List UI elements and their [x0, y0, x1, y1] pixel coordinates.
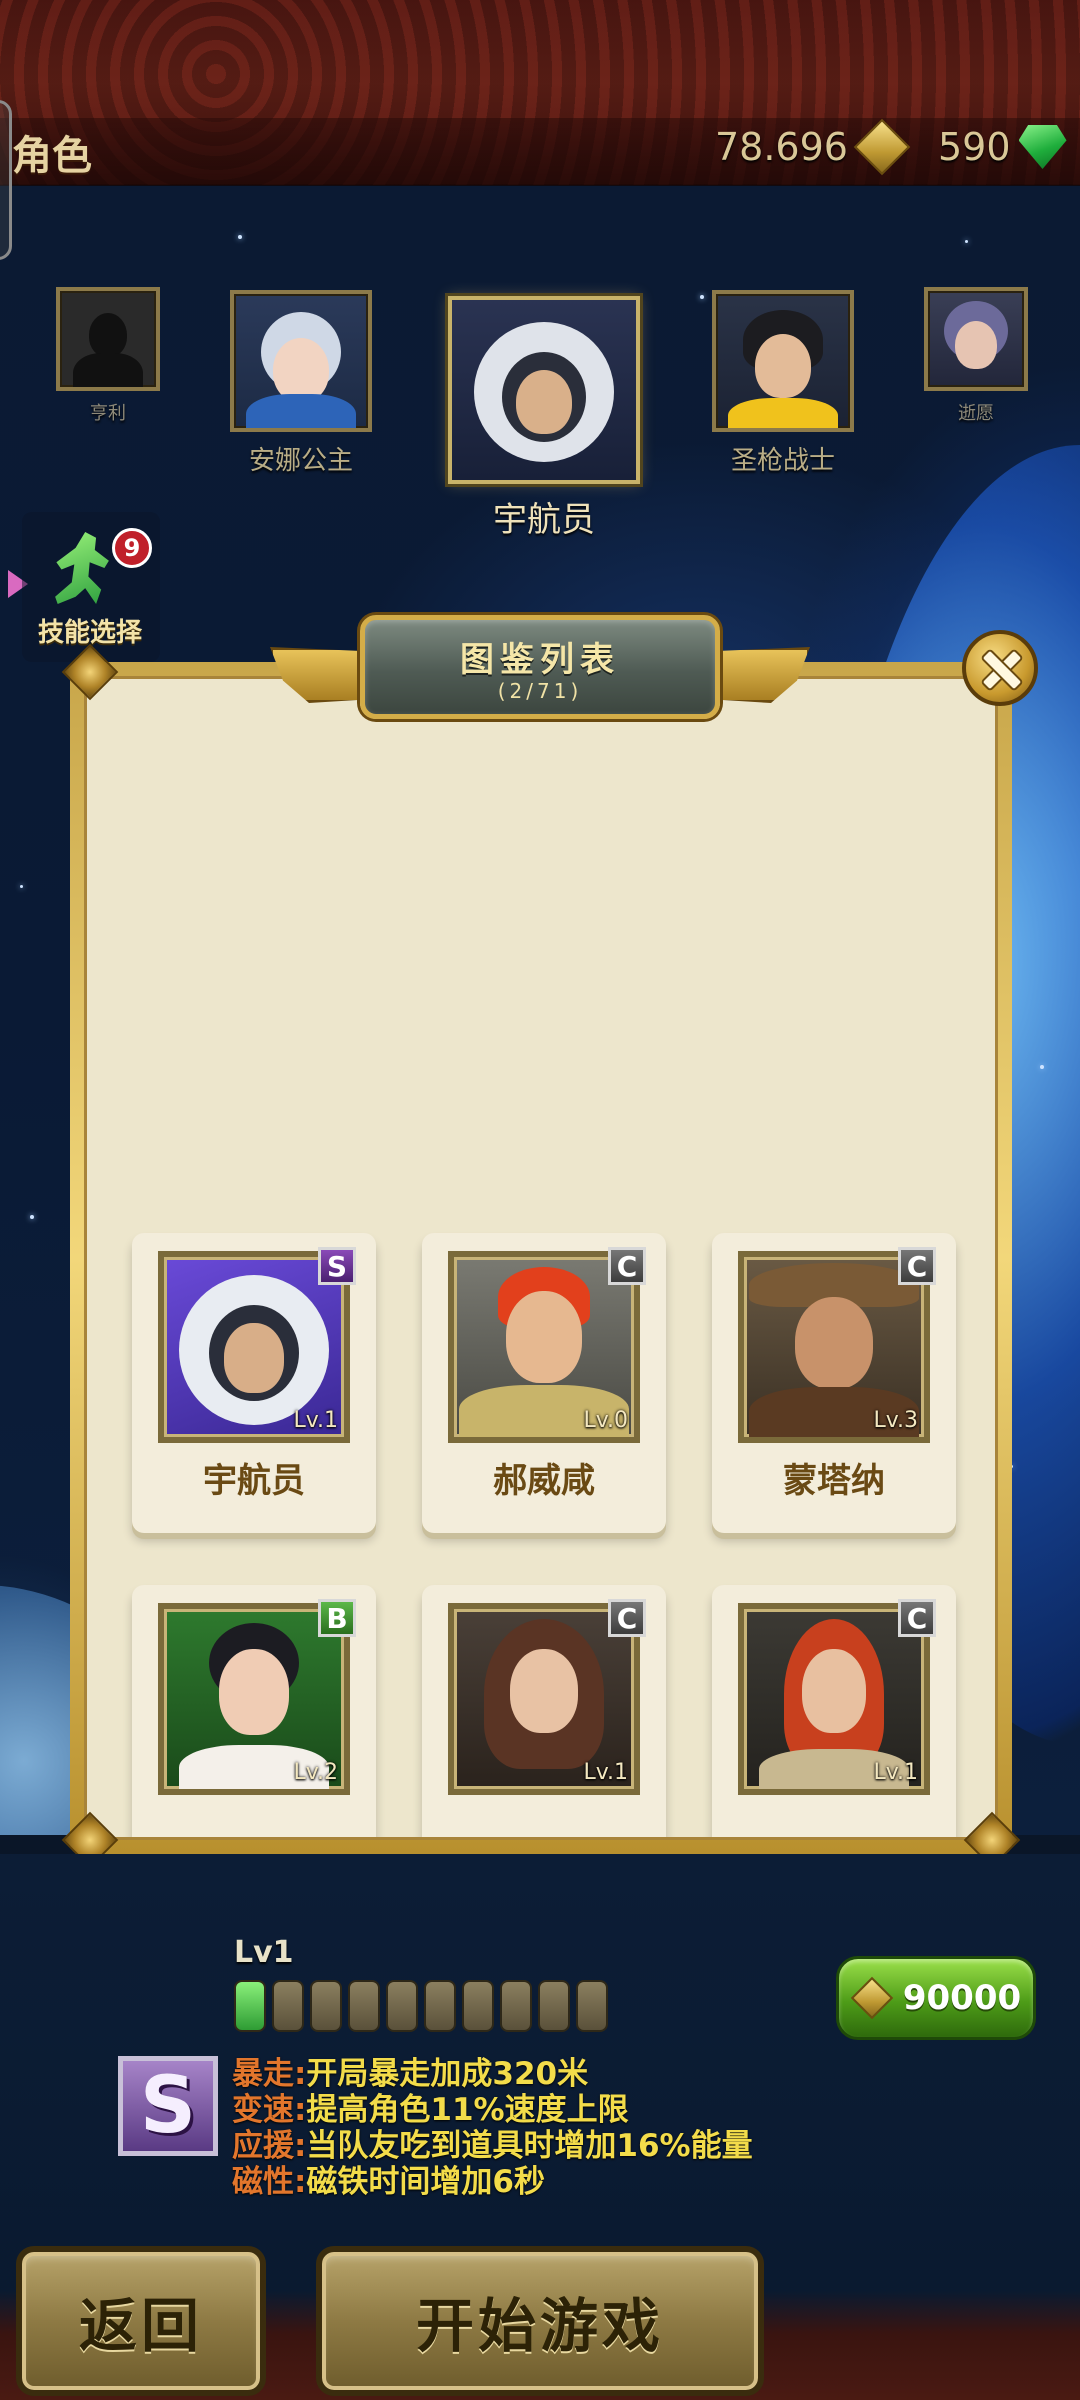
star: [238, 235, 242, 239]
panel-title: 图鉴列表: [460, 640, 620, 680]
grade-badge: C: [898, 1599, 936, 1637]
green-gem-icon: [1018, 125, 1067, 169]
grade-badge: C: [608, 1599, 646, 1637]
close-icon: [980, 648, 1020, 688]
character-slot-henry[interactable]: 亨利: [56, 287, 160, 425]
skill-count-badge: 9: [112, 528, 152, 568]
skill-list: 暴走:开局暴走加成320米 变速:提高角色11%速度上限 应援:当队友吃到道具时…: [232, 2056, 753, 2200]
level-pip: [538, 1980, 570, 2032]
character-name: 亨利: [90, 403, 126, 424]
character-slot-holy-lance[interactable]: 圣枪战士: [712, 290, 854, 477]
grade-badge: S: [318, 1247, 356, 1285]
header-bar: [0, 118, 1080, 186]
star: [1040, 1065, 1044, 1069]
collection-card[interactable]: Lv.1 C: [712, 1585, 956, 1837]
grade-badge: B: [318, 1599, 356, 1637]
collection-card[interactable]: Lv.1 C: [422, 1585, 666, 1837]
skill-line: 变速:提高角色11%速度上限: [232, 2092, 629, 2128]
character-portrait: [56, 287, 160, 391]
grade-badge: C: [608, 1247, 646, 1285]
character-name: 宇航员: [493, 500, 595, 540]
collection-card[interactable]: Lv.1 S 宇航员: [132, 1233, 376, 1533]
back-button-label: 返回: [78, 2292, 203, 2360]
card-name: 郝威咸: [493, 1461, 595, 1501]
level-pip: [500, 1980, 532, 2032]
card-level: Lv.3: [873, 1408, 918, 1433]
star: [30, 1215, 34, 1219]
level-pip: [424, 1980, 456, 2032]
level-pip: [348, 1980, 380, 2032]
card-name: 宇航员: [203, 1461, 305, 1501]
star: [965, 240, 968, 243]
card-level: Lv.1: [873, 1760, 918, 1785]
skill-select-button[interactable]: 9 技能选择: [22, 512, 160, 662]
gold-diamond-icon: [850, 1976, 894, 2020]
character-level: Lv1: [234, 1935, 294, 1970]
character-slot-anna[interactable]: 安娜公主: [230, 290, 372, 477]
character-portrait: [230, 290, 372, 432]
star: [700, 295, 704, 299]
character-name: 圣枪战士: [730, 446, 835, 476]
level-pip: [576, 1980, 608, 2032]
gold-diamond-icon: [853, 118, 911, 176]
skill-line: 应援:当队友吃到道具时增加16%能量: [232, 2128, 753, 2164]
silhouette-icon: [89, 313, 127, 357]
collection-card[interactable]: Lv.3 C 蒙塔纳: [712, 1233, 956, 1533]
character-portrait: [712, 290, 854, 432]
character-name: 逝愿: [958, 403, 994, 424]
upgrade-buy-button[interactable]: 90000: [836, 1956, 1036, 2040]
side-tab-handle[interactable]: [0, 100, 12, 260]
card-level: Lv.1: [583, 1760, 628, 1785]
gold-amount: 78.696: [715, 125, 848, 169]
character-name: 安娜公主: [248, 446, 353, 476]
character-slot-shiyuan[interactable]: 逝愿: [924, 287, 1028, 425]
card-level: Lv.2: [293, 1760, 338, 1785]
collection-panel: Lv.1 S 宇航员 Lv.0 C 郝威咸 Lv.3 C 蒙塔纳 Lv.2 B …: [70, 662, 1012, 1854]
card-level: Lv.1: [293, 1408, 338, 1433]
card-level: Lv.0: [583, 1408, 628, 1433]
runner-icon: [55, 532, 109, 604]
start-game-button[interactable]: 开始游戏: [316, 2246, 764, 2396]
character-portrait: [448, 296, 640, 484]
gem-currency: 590: [938, 125, 1067, 169]
back-button[interactable]: 返回: [16, 2246, 266, 2396]
gem-amount: 590: [938, 125, 1011, 169]
skill-line: 暴走:开局暴走加成320米: [232, 2056, 589, 2092]
collection-card[interactable]: Lv.0 C 郝威咸: [422, 1233, 666, 1533]
start-game-label: 开始游戏: [415, 2292, 664, 2360]
panel-count: (2/71): [497, 679, 583, 703]
character-portrait: [924, 287, 1028, 391]
star: [20, 885, 23, 888]
level-pip: [234, 1980, 266, 2032]
level-pip: [462, 1980, 494, 2032]
gold-currency: 78.696: [715, 118, 911, 176]
collection-card[interactable]: Lv.2 B: [132, 1585, 376, 1837]
card-name: 蒙塔纳: [783, 1461, 885, 1501]
collection-list[interactable]: Lv.1 S 宇航员 Lv.0 C 郝威咸 Lv.3 C 蒙塔纳 Lv.2 B …: [84, 676, 998, 1840]
level-progress-bar: [234, 1980, 608, 2032]
level-pip: [272, 1980, 304, 2032]
character-slot-astronaut[interactable]: 宇航员: [448, 296, 640, 541]
character-grade-badge: S: [118, 2056, 218, 2156]
skill-line: 磁性:磁铁时间增加6秒: [232, 2164, 545, 2200]
level-pip: [310, 1980, 342, 2032]
level-pip: [386, 1980, 418, 2032]
close-button[interactable]: [962, 630, 1038, 706]
panel-title-ribbon: 图鉴列表 (2/71): [270, 615, 810, 725]
upgrade-price: 90000: [902, 1978, 1022, 2018]
grade-badge: C: [898, 1247, 936, 1285]
page-title: 角色: [12, 133, 92, 179]
